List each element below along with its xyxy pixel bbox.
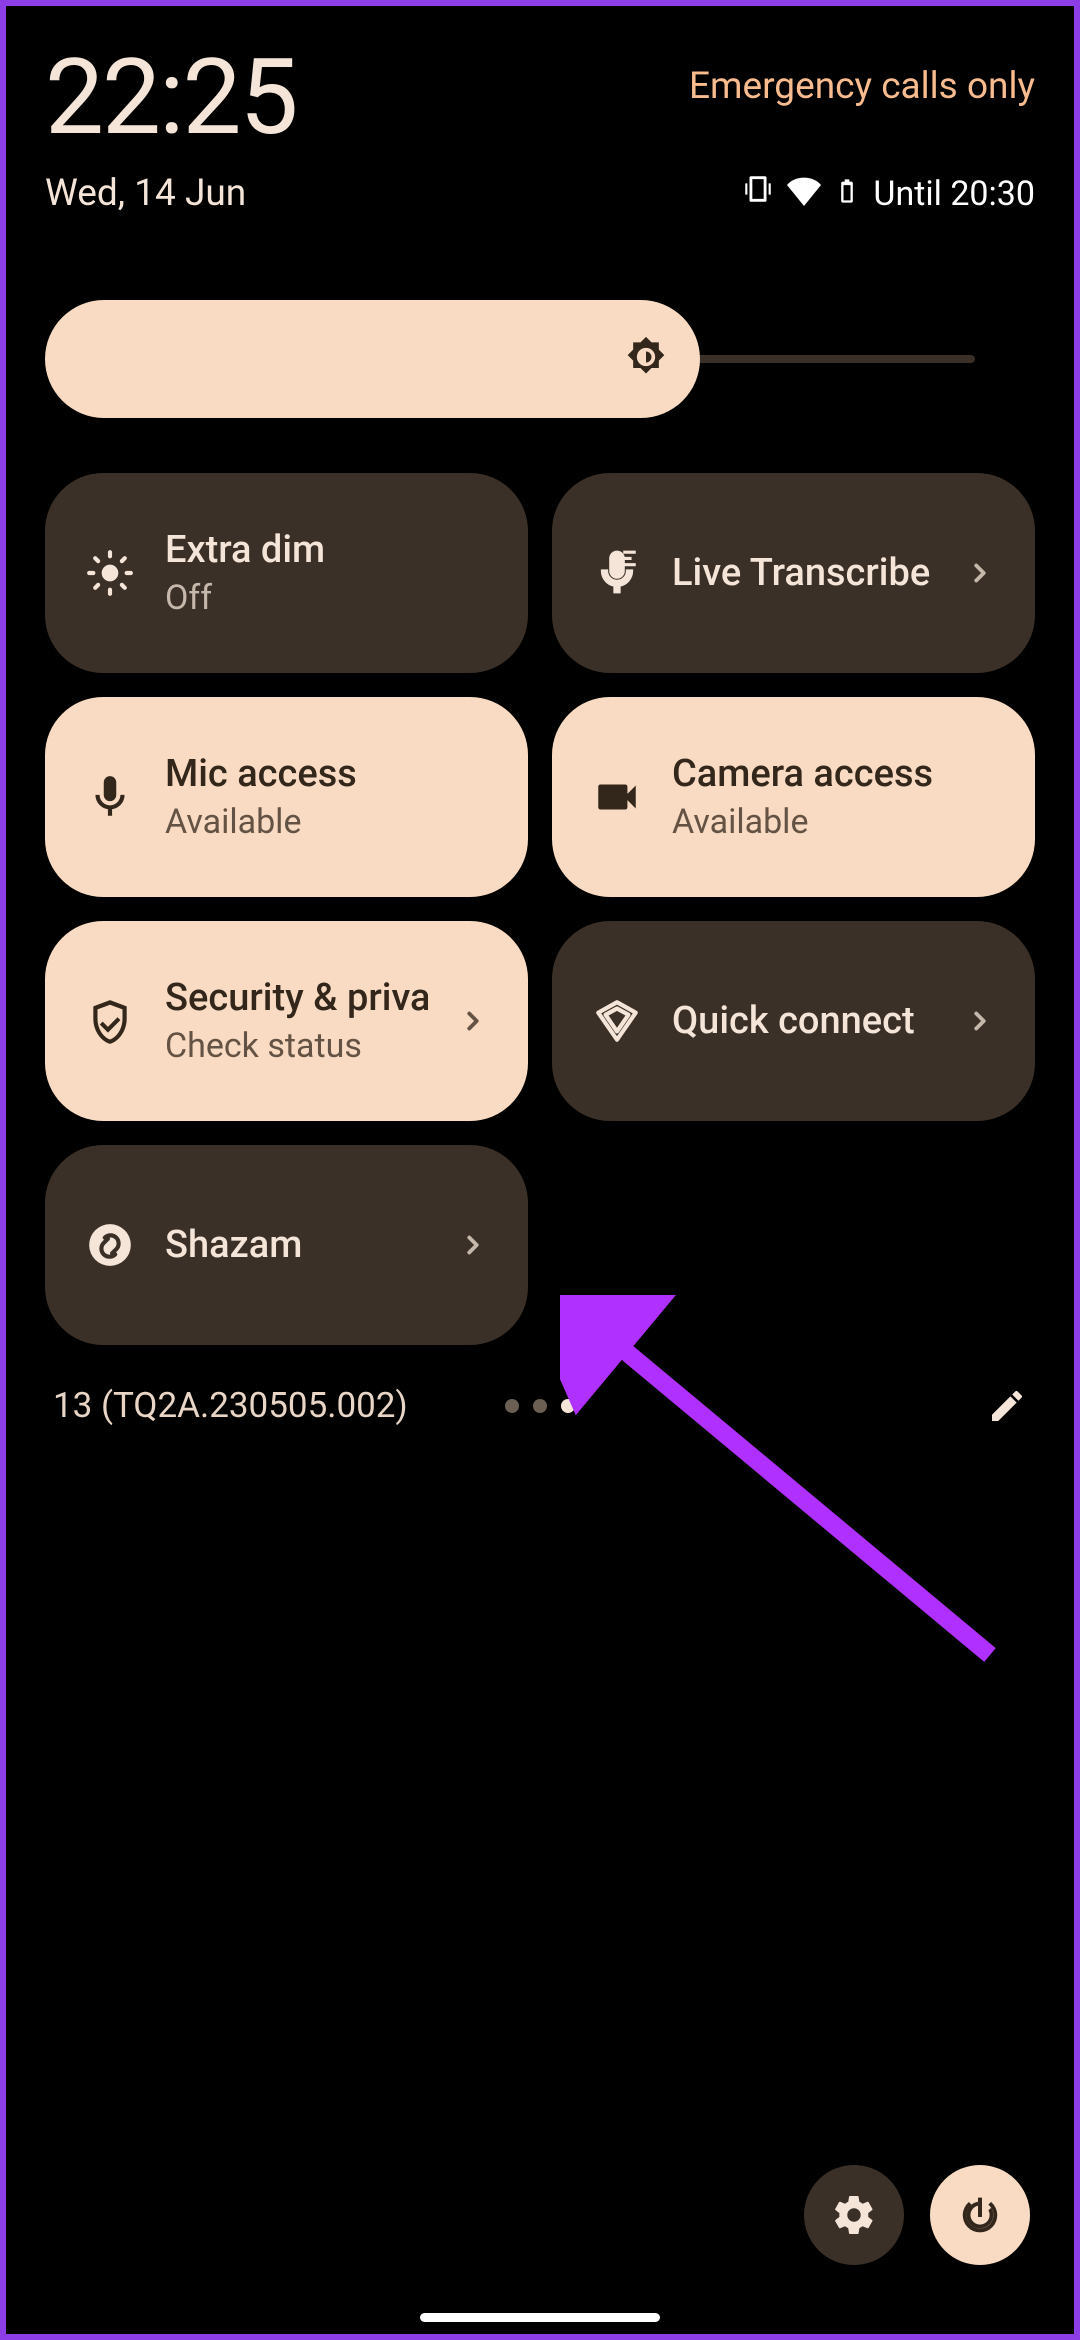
- gear-icon: [831, 2192, 877, 2238]
- brightness-thumb[interactable]: [45, 300, 700, 418]
- tile-camera-access[interactable]: Camera access Available: [552, 697, 1035, 897]
- camera-icon: [592, 772, 642, 822]
- tile-shazam[interactable]: Shazam: [45, 1145, 528, 1345]
- brightness-low-icon: [85, 548, 135, 598]
- chevron-right-icon: [965, 1006, 995, 1036]
- tile-subtitle: Available: [165, 802, 488, 842]
- page-dot-active: [561, 1399, 575, 1413]
- bottom-actions: [804, 2165, 1030, 2265]
- brightness-slider[interactable]: [45, 300, 1035, 418]
- chevron-right-icon: [458, 1230, 488, 1260]
- tile-security-privacy[interactable]: Security & privacy Check status: [45, 921, 528, 1121]
- page-dot: [533, 1399, 547, 1413]
- power-icon: [957, 2192, 1003, 2238]
- tile-live-transcribe[interactable]: Live Transcribe: [552, 473, 1035, 673]
- clock: 22:25: [45, 45, 296, 150]
- tile-title: Live Transcribe: [672, 551, 935, 595]
- tile-subtitle: Off: [165, 578, 488, 618]
- network-status: Emergency calls only: [689, 65, 1035, 108]
- tile-title: Camera access: [672, 752, 995, 796]
- quick-connect-icon: [592, 996, 642, 1046]
- build-version: 13 (TQ2A.230505.002): [53, 1385, 408, 1426]
- page-indicator: [505, 1399, 575, 1413]
- edit-button[interactable]: [987, 1386, 1027, 1426]
- battery-icon: [833, 174, 861, 214]
- status-icons: Until 20:30: [741, 172, 1035, 215]
- footer-row: 13 (TQ2A.230505.002): [45, 1385, 1035, 1426]
- quick-settings-tiles: Extra dim Off Live Transcribe Mic access…: [45, 473, 1035, 1345]
- chevron-right-icon: [458, 1006, 488, 1036]
- chevron-right-icon: [965, 558, 995, 588]
- mic-icon: [85, 772, 135, 822]
- tile-title: Extra dim: [165, 528, 488, 572]
- vibrate-icon: [741, 172, 775, 215]
- power-button[interactable]: [930, 2165, 1030, 2265]
- tile-extra-dim[interactable]: Extra dim Off: [45, 473, 528, 673]
- tile-title: Quick connect: [672, 999, 935, 1043]
- date: Wed, 14 Jun: [45, 172, 246, 215]
- settings-button[interactable]: [804, 2165, 904, 2265]
- tile-title: Shazam: [165, 1223, 428, 1267]
- tile-title: Security & privacy: [165, 976, 428, 1020]
- battery-until: Until 20:30: [873, 174, 1035, 214]
- shazam-icon: [85, 1220, 135, 1270]
- live-transcribe-icon: [592, 548, 642, 598]
- tile-title: Mic access: [165, 752, 488, 796]
- brightness-icon: [624, 335, 668, 383]
- tile-subtitle: Check status: [165, 1026, 428, 1066]
- tile-quick-connect[interactable]: Quick connect: [552, 921, 1035, 1121]
- navigation-handle[interactable]: [420, 2313, 660, 2322]
- wifi-icon: [787, 172, 821, 215]
- status-header: 22:25 Emergency calls only: [45, 45, 1035, 150]
- shield-check-icon: [85, 996, 135, 1046]
- status-subrow: Wed, 14 Jun Until 20:30: [45, 172, 1035, 215]
- tile-mic-access[interactable]: Mic access Available: [45, 697, 528, 897]
- tile-subtitle: Available: [672, 802, 995, 842]
- page-dot: [505, 1399, 519, 1413]
